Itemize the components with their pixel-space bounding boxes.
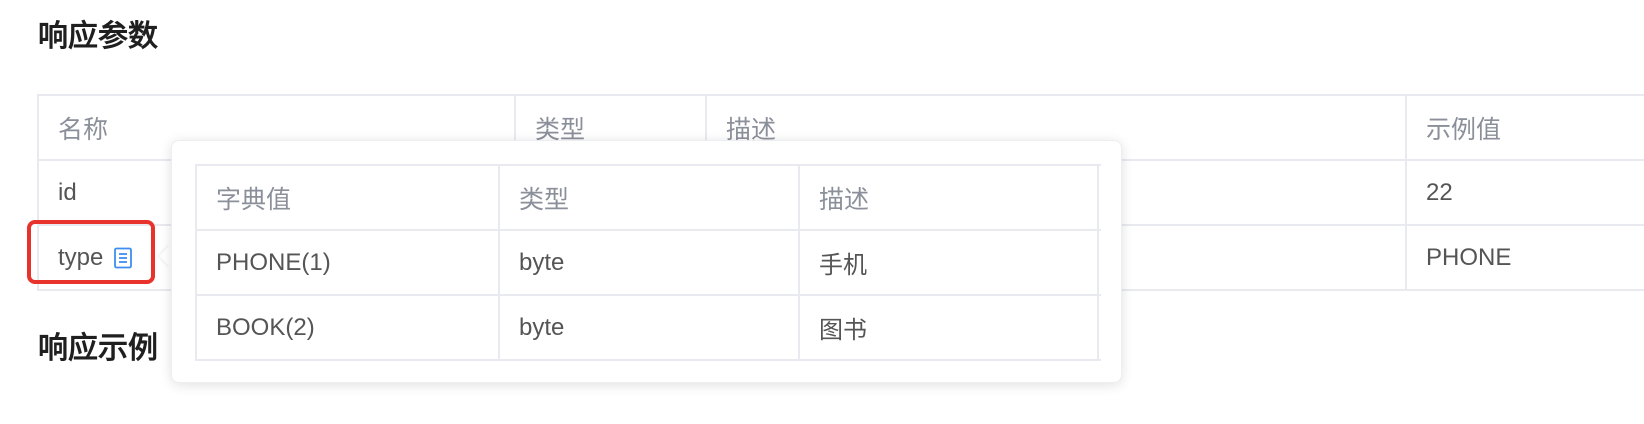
page: 响应参数 名称 类型 描述 示例值 id 22 type PHONE 响应示例 … [0, 0, 1644, 424]
dict-value: BOOK(2) [197, 296, 500, 359]
response-params-title: 响应参数 [38, 20, 158, 53]
dict-type: byte [500, 296, 800, 359]
dict-description: 图书 [800, 296, 1099, 359]
dict-description: 手机 [800, 231, 1099, 294]
response-example-title: 响应示例 [38, 332, 158, 365]
dict-table-header: 字典值 类型 描述 [197, 166, 1101, 231]
row-example: 22 [1426, 178, 1453, 206]
table-row: PHONE(1) byte 手机 [197, 231, 1101, 296]
dict-popover: 字典值 类型 描述 PHONE(1) byte 手机 BOOK(2) byte … [171, 140, 1122, 383]
popover-arrow [159, 244, 171, 268]
document-icon[interactable] [113, 247, 133, 269]
table-row: BOOK(2) byte 图书 [197, 296, 1101, 361]
dict-header-description: 描述 [800, 166, 1099, 229]
dict-type: byte [500, 231, 800, 294]
dict-value: PHONE(1) [197, 231, 500, 294]
dict-table: 字典值 类型 描述 PHONE(1) byte 手机 BOOK(2) byte … [195, 164, 1101, 361]
dict-header-type: 类型 [500, 166, 800, 229]
row-name: type [58, 243, 104, 271]
row-example: PHONE [1426, 243, 1512, 271]
dict-header-value: 字典值 [197, 166, 500, 229]
header-example: 示例值 [1426, 115, 1502, 144]
